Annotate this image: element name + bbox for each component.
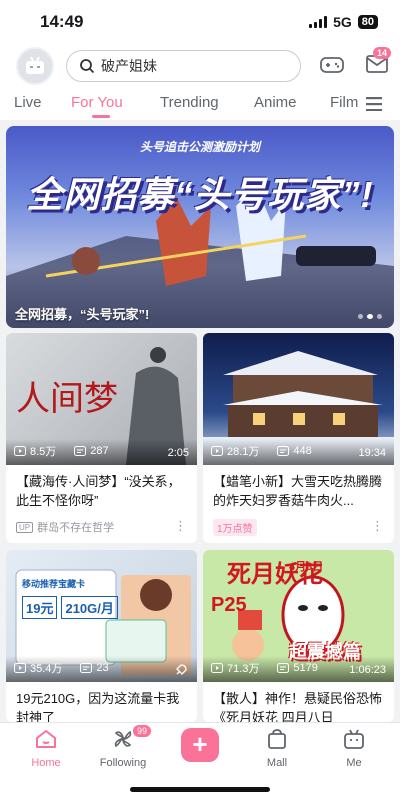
up-tag: UP xyxy=(16,521,34,533)
video-card[interactable]: 移动推荐宝藏卡 19元 210G/月 35.4万 23 19元210G，因为这流… xyxy=(6,550,197,722)
video-stats: 8.5万 287 xyxy=(14,443,109,459)
more-options-icon[interactable]: ⋮ xyxy=(371,519,384,532)
video-title: 【蜡笔小新】大雪天吃热腾腾的炸天妇罗香菇牛肉火... xyxy=(213,474,383,508)
profile-tv-icon xyxy=(344,729,364,749)
banner-caption: 全网招募，“头号玩家”! xyxy=(15,307,150,322)
following-badge: 99 xyxy=(133,725,152,737)
home-icon xyxy=(36,730,56,748)
danmaku-icon xyxy=(74,446,87,456)
video-stats: 35.4万 23 xyxy=(14,660,109,676)
nav-me-label: Me xyxy=(346,757,362,769)
status-time: 14:49 xyxy=(40,12,84,31)
nav-mall-label: Mall xyxy=(266,757,288,769)
tab-for-you[interactable]: For You xyxy=(71,94,123,111)
carousel-dots xyxy=(358,314,382,319)
mail-badge: 14 xyxy=(373,47,392,59)
top-header: 破产姐妹 14 xyxy=(0,44,400,90)
video-uploader: UP 群岛不存在哲学 xyxy=(16,519,114,535)
danmaku-icon xyxy=(80,663,93,673)
search-icon xyxy=(80,59,95,74)
ad-headline: 移动推荐宝藏卡 xyxy=(22,579,86,589)
ad-price: 19元 xyxy=(22,596,58,619)
nav-following[interactable]: 99 Following xyxy=(93,725,153,769)
banner-headline: 全网招募“头号玩家”! xyxy=(26,174,374,215)
play-count-icon xyxy=(14,446,26,456)
video-thumbnail: 人间梦 8.5万 287 2:05 xyxy=(6,333,197,465)
poster-date: 4月8日 xyxy=(289,561,324,573)
view-count: 8.5万 xyxy=(30,446,57,458)
nav-home[interactable]: Home xyxy=(16,729,76,769)
play-count-icon xyxy=(211,663,223,673)
nav-mall[interactable]: Mall xyxy=(247,729,307,769)
banner-artwork xyxy=(6,186,394,328)
category-tabs: Live For You Trending Anime Film xyxy=(0,90,400,120)
home-indicator xyxy=(130,787,270,792)
search-box[interactable]: 破产姐妹 xyxy=(66,50,301,82)
active-tab-indicator xyxy=(92,115,110,118)
video-title: 19元210G，因为这流量卡我封神了 xyxy=(16,691,180,722)
status-indicators: 5G 80 xyxy=(309,14,378,30)
video-title: 【散人】神作！悬疑民俗恐怖《死月妖花 四月八日 xyxy=(213,691,383,722)
danmaku-icon xyxy=(277,663,290,673)
likes-badge: 1万点赞 xyxy=(213,519,257,536)
signal-icon xyxy=(309,16,328,28)
duration: 1:06:23 xyxy=(349,664,386,676)
video-badges: 1万点赞 xyxy=(213,519,257,536)
tab-live[interactable]: Live xyxy=(14,94,42,111)
avatar[interactable] xyxy=(16,47,54,85)
uploader-name: 群岛不存在哲学 xyxy=(37,522,115,534)
promo-banner[interactable]: 头号追击公测激励计划 全网招募“头号玩家”! 全网招募，“头号玩家”! xyxy=(6,126,394,328)
duration: 19:34 xyxy=(358,447,386,459)
tab-menu-icon[interactable] xyxy=(366,97,382,111)
video-title: 【藏海传·人间梦】“没关系，此生不怪你呀” xyxy=(16,474,181,508)
poster-code: P25 xyxy=(211,594,247,616)
view-count: 35.4万 xyxy=(30,663,63,675)
tab-anime[interactable]: Anime xyxy=(254,94,297,111)
comment-count: 23 xyxy=(96,662,109,674)
video-thumbnail: 死月妖花 4月8日 P25 超震撼篇 71.3万 5179 1:06:23 xyxy=(203,550,394,682)
video-card[interactable]: 28.1万 448 19:34 【蜡笔小新】大雪天吃热腾腾的炸天妇罗香菇牛肉火.… xyxy=(203,333,394,543)
publish-button[interactable]: + xyxy=(181,728,219,762)
comment-count: 448 xyxy=(293,445,312,457)
video-card[interactable]: 人间梦 8.5万 287 2:05 【藏海传·人间梦】“没关系，此生不怪你呀” … xyxy=(6,333,197,543)
gamepad-icon[interactable] xyxy=(320,55,344,75)
play-count-icon xyxy=(14,663,26,673)
video-thumbnail: 28.1万 448 19:34 xyxy=(203,333,394,465)
duration: 2:05 xyxy=(167,447,189,459)
nav-me[interactable]: Me xyxy=(324,729,384,769)
rocket-icon xyxy=(176,664,187,675)
view-count: 28.1万 xyxy=(227,446,260,458)
ad-offer: 19元 210G/月 xyxy=(22,596,118,619)
following-icon xyxy=(114,730,132,748)
tv-mascot-icon xyxy=(26,57,44,74)
comment-count: 287 xyxy=(90,445,109,457)
more-options-icon[interactable]: ⋮ xyxy=(174,519,187,532)
tab-trending[interactable]: Trending xyxy=(160,94,219,111)
video-stats: 28.1万 448 xyxy=(211,443,312,459)
nav-following-label: Following xyxy=(99,757,147,769)
nav-home-label: Home xyxy=(31,757,61,769)
banner-top-text: 头号追击公测激励计划 xyxy=(139,140,260,154)
view-count: 71.3万 xyxy=(227,663,260,675)
mall-bag-icon xyxy=(268,729,286,749)
status-bar: 14:49 5G 80 xyxy=(0,0,400,44)
comment-count: 5179 xyxy=(293,662,318,674)
thumbnail-text: 人间梦 xyxy=(16,379,118,419)
battery-level: 80 xyxy=(357,15,378,29)
danmaku-icon xyxy=(277,446,290,456)
video-stats: 71.3万 5179 xyxy=(211,660,318,676)
video-card[interactable]: 死月妖花 4月8日 P25 超震撼篇 71.3万 5179 1:06:23 【散… xyxy=(203,550,394,722)
play-count-icon xyxy=(211,446,223,456)
search-placeholder: 破产姐妹 xyxy=(101,58,157,74)
ad-data: 210G/月 xyxy=(61,596,118,619)
network-type: 5G xyxy=(333,14,352,30)
tab-film[interactable]: Film xyxy=(330,94,358,111)
video-thumbnail: 移动推荐宝藏卡 19元 210G/月 35.4万 23 xyxy=(6,550,197,682)
